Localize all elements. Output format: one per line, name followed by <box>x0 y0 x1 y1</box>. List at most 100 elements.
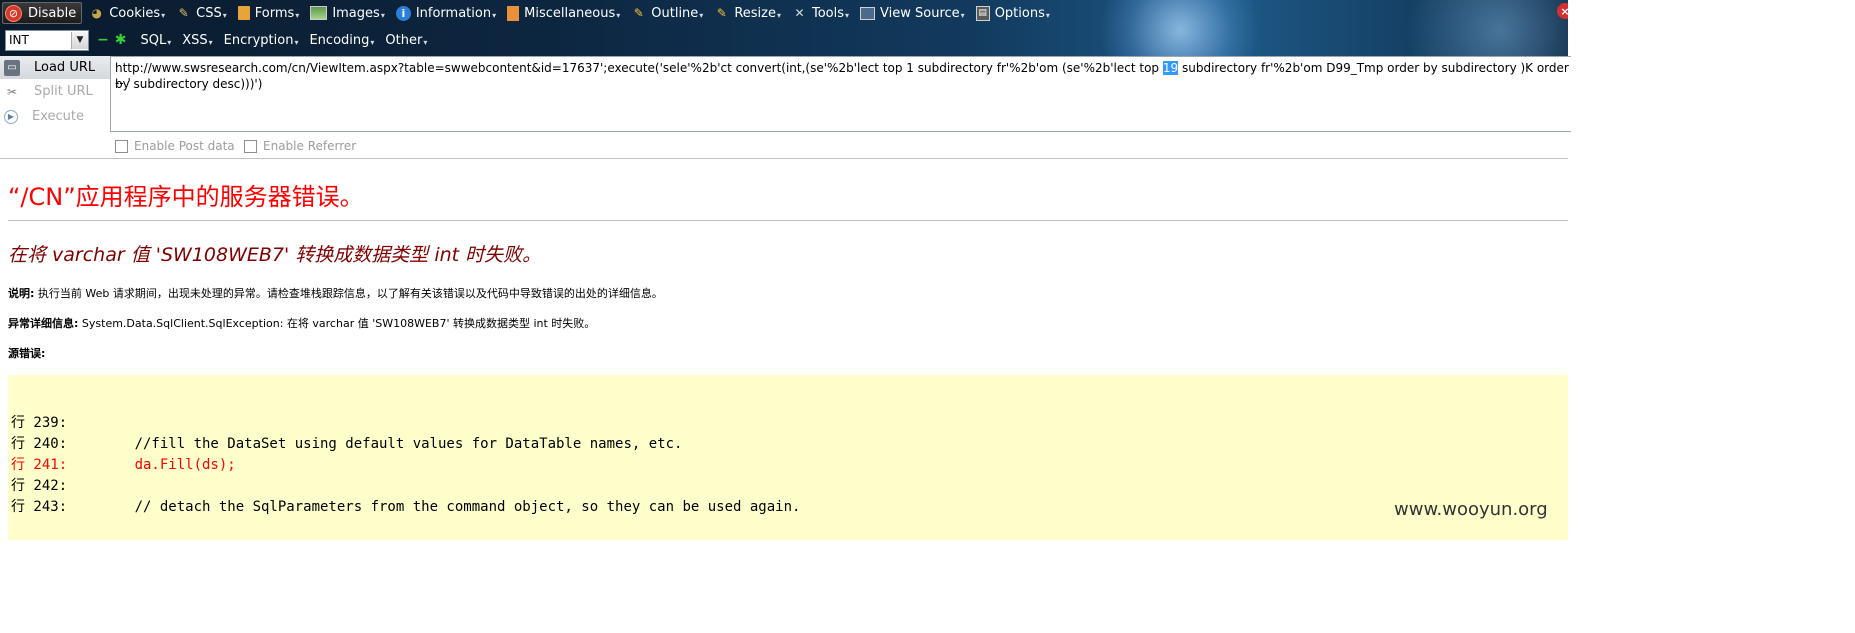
page-title: “/CN”应用程序中的服务器错误。 <box>8 183 364 211</box>
code-line: 行 242: <box>11 478 68 494</box>
options-menu[interactable]: ▤ Options ▾ <box>972 2 1054 24</box>
load-url-button[interactable]: ▭ Load URL <box>0 56 110 79</box>
toolbar-background-glow-2 <box>1380 0 1568 56</box>
source-error-label: 源错误: <box>8 347 46 360</box>
cookies-menu[interactable]: ◕ Cookies ▾ <box>85 2 169 24</box>
enable-post-data-checkbox[interactable]: Enable Post data <box>115 139 235 153</box>
view-source-menu[interactable]: View Source ▾ <box>856 2 969 24</box>
resize-menu[interactable]: ✎ Resize ▾ <box>710 2 785 24</box>
css-menu[interactable]: ✎ CSS ▾ <box>172 2 231 24</box>
scissors-icon: ✂ <box>6 84 18 99</box>
options-label: Options <box>994 5 1045 21</box>
chevron-down-icon: ▾ <box>423 37 428 47</box>
checkbox-box[interactable] <box>244 139 257 153</box>
chevron-down-icon: ▾ <box>1045 10 1050 20</box>
disable-button[interactable]: ⊘ Disable <box>2 2 83 24</box>
outline-label: Outline <box>651 5 699 21</box>
checkbox-box[interactable] <box>115 139 128 153</box>
sql-menu[interactable]: SQL ▾ <box>136 29 175 51</box>
options-icon: ▤ <box>975 5 990 21</box>
other-menu[interactable]: Other ▾ <box>381 29 431 51</box>
watermark: www.wooyun.org <box>1394 499 1548 520</box>
information-menu[interactable]: i Information ▾ <box>392 2 500 24</box>
execute-icon: ▶ <box>4 109 18 124</box>
view-source-label: View Source <box>880 5 960 21</box>
tools-menu[interactable]: ✕ Tools ▾ <box>788 2 853 24</box>
css-icon: ✎ <box>178 6 189 20</box>
information-label: Information <box>415 5 492 21</box>
chevron-down-icon: ▾ <box>167 37 172 47</box>
web-developer-toolbar: ⊘ Disable ◕ Cookies ▾ ✎ CSS ▾ Forms ▾ Image… <box>0 0 1568 56</box>
hackbar-side-buttons: ▭ Load URL ✂ Split URL ▶ Execute <box>0 56 110 130</box>
encryption-label: Encryption <box>223 32 294 48</box>
xss-label: XSS <box>182 32 208 48</box>
images-icon <box>310 6 328 20</box>
load-url-label: Load URL <box>34 60 96 75</box>
images-menu[interactable]: Images ▾ <box>306 2 389 24</box>
chevron-down-icon: ▾ <box>208 37 213 47</box>
exception-details-label: 异常详细信息: <box>8 317 79 330</box>
enable-referrer-checkbox[interactable]: Enable Referrer <box>244 139 356 153</box>
sql-label: SQL <box>140 32 167 48</box>
chevron-down-icon: ▾ <box>492 10 497 20</box>
close-toolbar-button[interactable]: × <box>1556 0 1568 22</box>
chevron-down-icon: ▾ <box>380 10 385 20</box>
cookie-icon: ◕ <box>91 6 102 20</box>
miscellaneous-icon <box>507 5 520 21</box>
outline-menu[interactable]: ✎ Outline ▾ <box>627 2 707 24</box>
encoding-menu[interactable]: Encoding ▾ <box>305 29 378 51</box>
execute-label: Execute <box>32 109 84 124</box>
resize-label: Resize <box>734 5 776 21</box>
int-type-select[interactable]: INT ▼ <box>5 29 89 51</box>
miscellaneous-label: Miscellaneous <box>524 5 616 21</box>
description-label: 说明: <box>8 287 35 300</box>
url-text-line2: -- ' <box>115 76 131 90</box>
minus-icon[interactable]: − <box>97 32 109 48</box>
forms-menu[interactable]: Forms ▾ <box>234 2 304 24</box>
chevron-down-icon: ▾ <box>294 37 299 47</box>
cookies-label: Cookies <box>109 5 161 21</box>
url-text: http://www.swsresearch.com/cn/ViewItem.a… <box>111 57 1571 92</box>
chevron-down-icon: ▾ <box>370 37 375 47</box>
encoding-label: Encoding <box>309 32 370 48</box>
disable-label: Disable <box>28 5 77 21</box>
toolbar-row-main: ⊘ Disable ◕ Cookies ▾ ✎ CSS ▾ Forms ▾ Image… <box>0 0 1057 26</box>
url-text-before: http://www.swsresearch.com/cn/ViewItem.a… <box>115 61 1163 75</box>
miscellaneous-menu[interactable]: Miscellaneous ▾ <box>503 2 624 24</box>
toolbar-background-glow <box>1090 0 1270 56</box>
code-line: 行 239: <box>11 415 68 431</box>
tools-label: Tools <box>811 5 845 21</box>
chevron-down-icon: ▾ <box>845 10 850 20</box>
load-url-icon: ▭ <box>4 59 20 76</box>
css-label: CSS <box>196 5 222 21</box>
source-error-line: 源错误: <box>8 345 45 361</box>
source-code-block: 行 239: 行 240: //fill the DataSet using d… <box>8 375 1568 540</box>
split-url-button[interactable]: ✂ Split URL <box>0 80 110 103</box>
url-text-selected: 19 <box>1162 61 1179 75</box>
code-line-error: 行 241: da.Fill(ds); <box>11 457 236 473</box>
encryption-menu[interactable]: Encryption ▾ <box>220 29 303 51</box>
resize-icon: ✎ <box>716 6 727 20</box>
enable-referrer-label: Enable Referrer <box>263 139 357 153</box>
exception-details-text: System.Data.SqlClient.SqlException: 在将 v… <box>78 317 596 330</box>
chevron-down-icon: ▾ <box>616 10 621 20</box>
int-select-value: INT <box>9 33 29 47</box>
description-text: 执行当前 Web 请求期间，出现未处理的异常。请检查堆栈跟踪信息，以了解有关该错… <box>34 287 663 300</box>
enable-post-data-label: Enable Post data <box>134 139 235 153</box>
chevron-down-icon: ▾ <box>960 10 965 20</box>
hackbar-panel: ▭ Load URL ✂ Split URL ▶ Execute http://… <box>0 56 1571 159</box>
divider <box>8 220 1568 221</box>
images-label: Images <box>332 5 380 21</box>
chevron-down-icon: ▾ <box>161 10 166 20</box>
exception-details-line: 异常详细信息: System.Data.SqlClient.SqlExcepti… <box>8 315 595 331</box>
url-textarea[interactable]: http://www.swsresearch.com/cn/ViewItem.a… <box>110 56 1571 132</box>
toolbar-row-hackbar: INT ▼ − ✱ SQL ▾ XSS ▾ Encryption ▾ Encoding… <box>0 27 434 53</box>
execute-button[interactable]: ▶ Execute <box>0 105 110 128</box>
tools-icon: ✕ <box>794 6 805 20</box>
xss-menu[interactable]: XSS ▾ <box>178 29 216 51</box>
other-label: Other <box>385 32 423 48</box>
close-icon: × <box>1557 3 1568 19</box>
code-line: 行 240: //fill the DataSet using default … <box>11 436 683 452</box>
information-icon: i <box>395 5 411 21</box>
plus-icon[interactable]: ✱ <box>115 32 127 48</box>
